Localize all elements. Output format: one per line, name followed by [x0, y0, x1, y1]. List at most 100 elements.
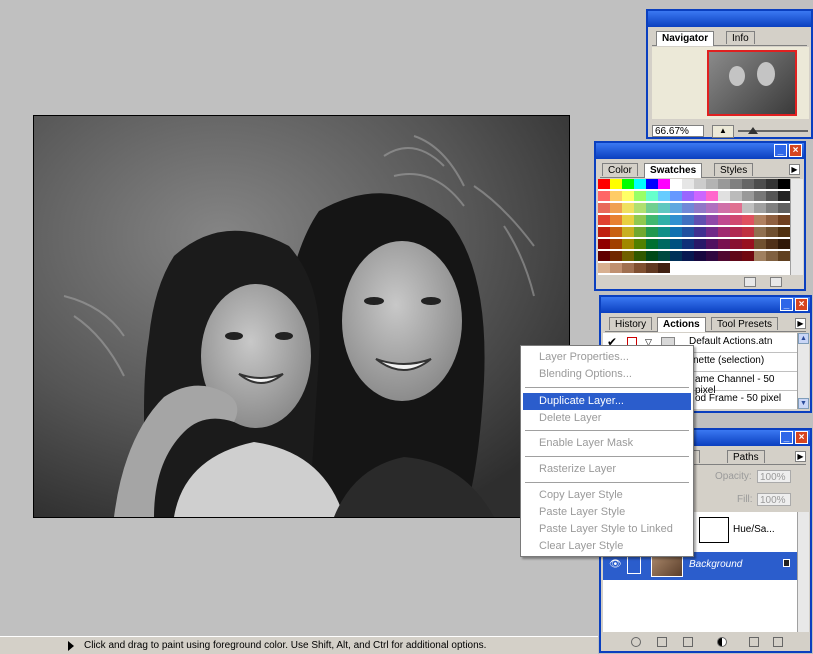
swatch-cell[interactable] [646, 251, 658, 261]
swatch-cell[interactable] [646, 263, 658, 273]
swatch-cell[interactable] [658, 251, 670, 261]
document-canvas[interactable] [33, 115, 570, 518]
swatch-cell[interactable] [610, 203, 622, 213]
swatch-cell[interactable] [778, 191, 790, 201]
zoom-out-icon[interactable]: ▲ [712, 125, 734, 138]
swatch-cell[interactable] [754, 239, 766, 249]
swatch-cell[interactable] [778, 215, 790, 225]
swatch-cell[interactable] [754, 227, 766, 237]
swatch-cell[interactable] [730, 227, 742, 237]
close-icon[interactable]: × [789, 144, 802, 157]
swatch-cell[interactable] [646, 215, 658, 225]
swatch-cell[interactable] [742, 179, 754, 189]
menu-item-enable-layer-mask[interactable]: Enable Layer Mask [523, 435, 691, 452]
swatch-cell[interactable] [706, 215, 718, 225]
swatch-cell[interactable] [598, 263, 610, 273]
swatch-cell[interactable] [730, 179, 742, 189]
swatch-cell[interactable] [742, 227, 754, 237]
swatch-cell[interactable] [754, 203, 766, 213]
swatch-cell[interactable] [634, 203, 646, 213]
swatch-cell[interactable] [634, 179, 646, 189]
swatch-cell[interactable] [610, 263, 622, 273]
swatch-cell[interactable] [778, 251, 790, 261]
zoom-field[interactable]: 66.67% [652, 125, 704, 137]
swatch-cell[interactable] [622, 191, 634, 201]
swatch-cell[interactable] [694, 239, 706, 249]
scroll-up-icon[interactable]: ▲ [798, 333, 809, 344]
swatch-cell[interactable] [742, 239, 754, 249]
menu-item-layer-properties[interactable]: Layer Properties... [523, 349, 691, 366]
eye-icon[interactable]: 👁 [609, 559, 622, 570]
swatches-title-bar[interactable]: _ × [596, 143, 804, 159]
swatch-cell[interactable] [622, 227, 634, 237]
trash-icon[interactable] [773, 637, 783, 647]
swatch-cell[interactable] [682, 191, 694, 201]
new-layer-icon[interactable] [749, 637, 759, 647]
swatch-cell[interactable] [694, 251, 706, 261]
swatch-cell[interactable] [730, 215, 742, 225]
swatch-cell[interactable] [706, 203, 718, 213]
layers-scrollbar[interactable] [797, 512, 809, 632]
swatch-cell[interactable] [742, 251, 754, 261]
tab-actions[interactable]: Actions [657, 317, 706, 332]
status-menu-icon[interactable] [68, 641, 74, 651]
swatch-cell[interactable] [766, 251, 778, 261]
scroll-down-icon[interactable]: ▼ [798, 398, 809, 409]
swatch-cell[interactable] [766, 203, 778, 213]
swatch-cell[interactable] [634, 263, 646, 273]
menu-item-paste-layer-style[interactable]: Paste Layer Style [523, 504, 691, 521]
swatch-cell[interactable] [730, 239, 742, 249]
palette-menu-icon[interactable]: ▶ [795, 318, 806, 329]
swatch-cell[interactable] [754, 179, 766, 189]
minimize-icon[interactable]: _ [780, 431, 793, 444]
actions-scrollbar[interactable]: ▲ ▼ [797, 333, 809, 409]
new-swatch-icon[interactable] [744, 277, 756, 287]
menu-item-copy-layer-style[interactable]: Copy Layer Style [523, 487, 691, 504]
brush-link-icon[interactable] [627, 556, 641, 574]
swatch-cell[interactable] [718, 227, 730, 237]
swatch-cell[interactable] [694, 203, 706, 213]
swatch-cell[interactable] [622, 263, 634, 273]
swatch-cell[interactable] [670, 239, 682, 249]
fill-field[interactable]: 100% [757, 493, 791, 506]
swatch-cell[interactable] [646, 179, 658, 189]
swatch-cell[interactable] [658, 263, 670, 273]
new-fill-layer-icon[interactable] [717, 637, 727, 647]
trash-icon[interactable] [770, 277, 782, 287]
swatch-grid[interactable] [598, 179, 790, 275]
swatch-cell[interactable] [622, 215, 634, 225]
swatch-cell[interactable] [682, 179, 694, 189]
swatch-cell[interactable] [694, 191, 706, 201]
swatch-cell[interactable] [610, 251, 622, 261]
swatch-cell[interactable] [622, 239, 634, 249]
swatch-cell[interactable] [634, 227, 646, 237]
tab-styles[interactable]: Styles [714, 163, 754, 176]
swatch-cell[interactable] [622, 203, 634, 213]
swatch-cell[interactable] [610, 239, 622, 249]
swatch-cell[interactable] [718, 191, 730, 201]
swatch-cell[interactable] [766, 191, 778, 201]
menu-item-duplicate-layer[interactable]: Duplicate Layer... [523, 393, 691, 410]
swatch-cell[interactable] [610, 227, 622, 237]
swatch-cell[interactable] [670, 251, 682, 261]
tab-color[interactable]: Color [602, 163, 638, 176]
palette-menu-icon[interactable]: ▶ [789, 164, 800, 175]
swatch-cell[interactable] [646, 191, 658, 201]
swatch-cell[interactable] [754, 215, 766, 225]
swatch-cell[interactable] [634, 239, 646, 249]
menu-item-blending-options[interactable]: Blending Options... [523, 366, 691, 383]
swatch-cell[interactable] [670, 203, 682, 213]
swatch-cell[interactable] [766, 179, 778, 189]
swatch-cell[interactable] [598, 191, 610, 201]
swatch-cell[interactable] [778, 239, 790, 249]
opacity-field[interactable]: 100% [757, 470, 791, 483]
swatch-cell[interactable] [706, 251, 718, 261]
swatch-cell[interactable] [718, 251, 730, 261]
swatch-cell[interactable] [766, 239, 778, 249]
navigator-title-bar[interactable] [648, 11, 811, 27]
swatch-cell[interactable] [754, 191, 766, 201]
swatch-cell[interactable] [610, 179, 622, 189]
swatch-cell[interactable] [706, 191, 718, 201]
swatch-cell[interactable] [754, 251, 766, 261]
actions-title-bar[interactable]: _ × [601, 297, 810, 313]
